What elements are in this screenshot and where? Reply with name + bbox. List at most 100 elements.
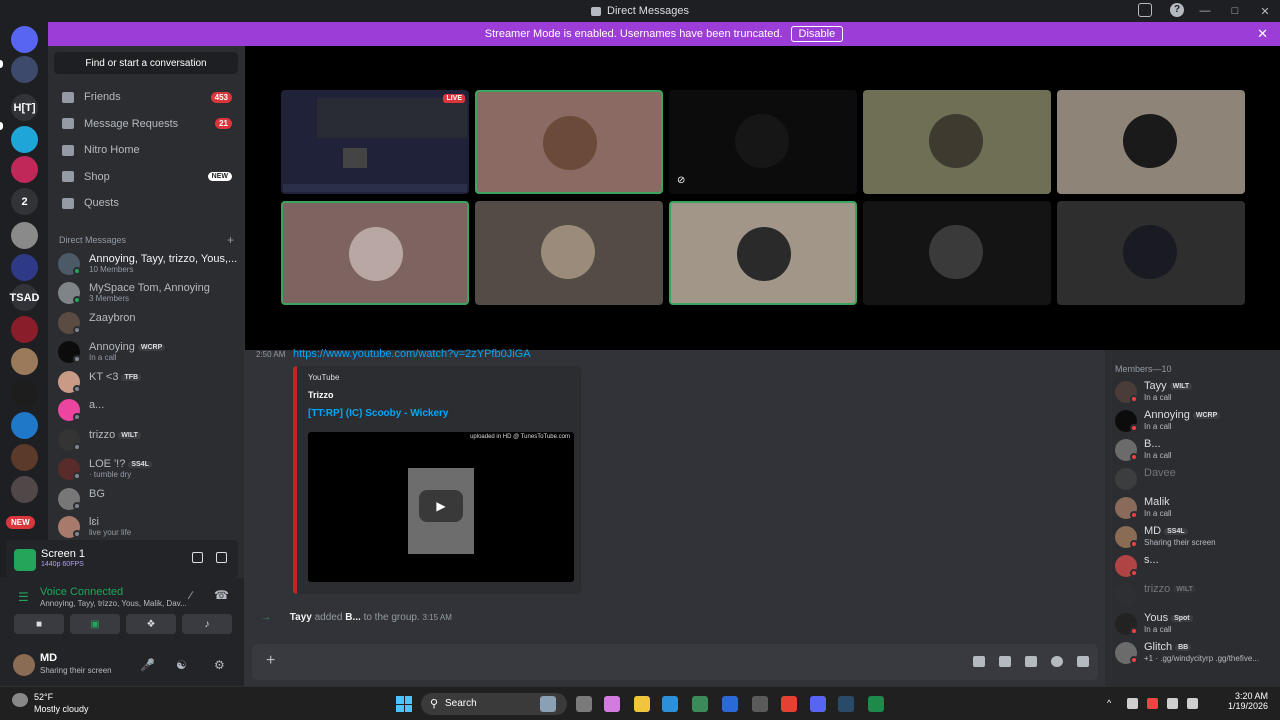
close-banner-icon[interactable]: ✕ bbox=[1257, 26, 1268, 42]
taskbar-app-icon[interactable] bbox=[576, 696, 592, 712]
embed-provider[interactable]: YouTube bbox=[308, 373, 339, 382]
taskbar-app-icon[interactable] bbox=[662, 696, 678, 712]
nav-message-requests[interactable]: Message Requests 21 bbox=[54, 112, 238, 136]
server-icon[interactable] bbox=[11, 126, 38, 153]
participant-tile[interactable] bbox=[863, 90, 1051, 194]
mic-tray-icon[interactable] bbox=[1147, 698, 1158, 709]
taskbar-app-icon[interactable] bbox=[781, 696, 797, 712]
dm-item[interactable]: lɛi live your life bbox=[58, 513, 238, 541]
noise-suppression-icon[interactable]: ∕ bbox=[190, 590, 192, 602]
member-item[interactable]: MD SS4L Sharing their screen bbox=[1115, 524, 1280, 550]
server-icon[interactable]: H[T] bbox=[11, 94, 38, 121]
member-item[interactable]: Annoying WCRP In a call bbox=[1115, 408, 1280, 434]
maximize-button[interactable]: □ bbox=[1220, 5, 1250, 17]
server-icon[interactable] bbox=[11, 348, 38, 375]
taskbar-app-icon[interactable] bbox=[634, 696, 650, 712]
server-icon[interactable]: TSAD bbox=[10, 284, 39, 311]
taskbar-app-icon[interactable] bbox=[810, 696, 826, 712]
taskbar-app-icon[interactable] bbox=[722, 696, 738, 712]
server-icon[interactable] bbox=[11, 444, 38, 471]
gift-icon[interactable] bbox=[973, 656, 985, 667]
soundboard-button[interactable]: ♪ bbox=[182, 614, 232, 634]
server-icon[interactable] bbox=[11, 476, 38, 503]
nav-shop[interactable]: Shop NEW bbox=[54, 165, 238, 189]
server-icon[interactable] bbox=[11, 56, 38, 83]
nav-quests[interactable]: Quests bbox=[54, 191, 238, 215]
network-icon[interactable] bbox=[1127, 698, 1138, 709]
participant-tile[interactable] bbox=[1057, 201, 1245, 305]
video-thumbnail[interactable]: uploaded in HD @ TunesToTube.com ▶ bbox=[308, 432, 574, 582]
participant-tile[interactable] bbox=[669, 201, 857, 305]
gif-icon[interactable] bbox=[999, 656, 1011, 667]
dm-item[interactable]: LOE '!? SS4L · tumble dry bbox=[58, 455, 238, 483]
server-icon[interactable] bbox=[11, 156, 38, 183]
server-icon[interactable] bbox=[11, 380, 38, 407]
stream-settings-icon[interactable] bbox=[216, 552, 227, 563]
dm-item[interactable]: trizzo WILT bbox=[58, 426, 238, 454]
upload-plus-icon[interactable]: + bbox=[266, 652, 275, 670]
close-window-button[interactable]: ✕ bbox=[1250, 5, 1280, 18]
message-link[interactable]: https://www.youtube.com/watch?v=2zYPfb0J… bbox=[293, 348, 531, 360]
windows-start-icon[interactable] bbox=[396, 696, 412, 712]
server-icon[interactable] bbox=[11, 254, 38, 281]
dm-item[interactable]: Annoying WCRP In a call bbox=[58, 338, 238, 366]
member-item[interactable]: Yous Spot In a call bbox=[1115, 611, 1280, 637]
find-conversation-button[interactable]: Find or start a conversation bbox=[54, 52, 238, 74]
disable-streamer-mode-button[interactable]: Disable bbox=[790, 26, 844, 42]
nav-friends[interactable]: Friends 453 bbox=[54, 85, 238, 109]
taskbar-app-icon[interactable] bbox=[868, 696, 884, 712]
message-composer[interactable]: + bbox=[252, 644, 1098, 680]
member-item[interactable]: Glitch BB +1 · .gg/windycityrp .gg/thefive… bbox=[1115, 640, 1280, 666]
participant-tile[interactable] bbox=[475, 201, 663, 305]
system-actor[interactable]: Tayy bbox=[290, 612, 312, 623]
participant-tile[interactable]: ⊘ bbox=[669, 90, 857, 194]
settings-gear-icon[interactable]: ⚙ bbox=[214, 658, 225, 672]
nav-nitro-home[interactable]: Nitro Home bbox=[54, 138, 238, 162]
dm-item[interactable]: Zaaybron bbox=[58, 309, 238, 337]
member-item[interactable]: B... In a call bbox=[1115, 437, 1280, 463]
participant-tile[interactable] bbox=[475, 90, 663, 194]
minimize-button[interactable]: — bbox=[1190, 5, 1220, 17]
volume-icon[interactable] bbox=[1187, 698, 1198, 709]
screen-share-tile[interactable]: LIVE bbox=[281, 90, 469, 194]
participant-tile[interactable] bbox=[281, 201, 469, 305]
activities-button[interactable]: ❖ bbox=[126, 614, 176, 634]
share-screen-button[interactable]: ▣ bbox=[70, 614, 120, 634]
taskbar-app-icon[interactable] bbox=[540, 696, 556, 712]
member-item[interactable]: s... bbox=[1115, 553, 1280, 579]
play-icon[interactable]: ▶ bbox=[419, 490, 463, 522]
server-icon[interactable] bbox=[11, 316, 38, 343]
server-icon[interactable] bbox=[11, 26, 38, 53]
microphone-icon[interactable]: 🎤 bbox=[140, 658, 155, 672]
camera-off-button[interactable]: ■ bbox=[14, 614, 64, 634]
avatar[interactable] bbox=[13, 654, 35, 676]
system-target[interactable]: B... bbox=[345, 612, 361, 623]
dm-item[interactable]: a... bbox=[58, 396, 238, 424]
dm-item[interactable]: KT <3 TFB bbox=[58, 368, 238, 396]
taskbar-app-icon[interactable] bbox=[692, 696, 708, 712]
disconnect-icon[interactable]: ☎ bbox=[214, 588, 229, 602]
participant-tile[interactable] bbox=[863, 201, 1051, 305]
server-icon[interactable] bbox=[11, 412, 38, 439]
emoji-icon[interactable] bbox=[1051, 656, 1063, 667]
taskbar-app-icon[interactable] bbox=[752, 696, 768, 712]
member-item[interactable]: Davee bbox=[1115, 466, 1280, 492]
chevron-up-icon[interactable]: ^ bbox=[1107, 698, 1118, 709]
clock[interactable]: 3:20 AM 1/19/2026 bbox=[1228, 691, 1268, 711]
member-item[interactable]: Malik In a call bbox=[1115, 495, 1280, 521]
dm-item[interactable]: BG bbox=[58, 485, 238, 513]
help-icon[interactable]: ? bbox=[1170, 3, 1184, 17]
member-item[interactable]: trizzo WILT bbox=[1115, 582, 1280, 608]
taskbar-app-icon[interactable] bbox=[604, 696, 620, 712]
embed-title[interactable]: [TT:RP] (IC) Scooby - Wickery bbox=[308, 408, 448, 419]
participant-tile[interactable] bbox=[1057, 90, 1245, 194]
signal-icon[interactable]: ☰ bbox=[18, 590, 29, 604]
user-name[interactable]: MD bbox=[40, 652, 57, 664]
dm-item[interactable]: MySpace Tom, Annoying 3 Members bbox=[58, 279, 238, 307]
voice-status[interactable]: Voice Connected bbox=[40, 586, 123, 598]
apps-icon[interactable] bbox=[1077, 656, 1089, 667]
new-servers-badge[interactable]: NEW bbox=[6, 516, 35, 529]
headphones-icon[interactable]: ☯ bbox=[176, 658, 187, 672]
wifi-icon[interactable] bbox=[1167, 698, 1178, 709]
sticker-icon[interactable] bbox=[1025, 656, 1037, 667]
